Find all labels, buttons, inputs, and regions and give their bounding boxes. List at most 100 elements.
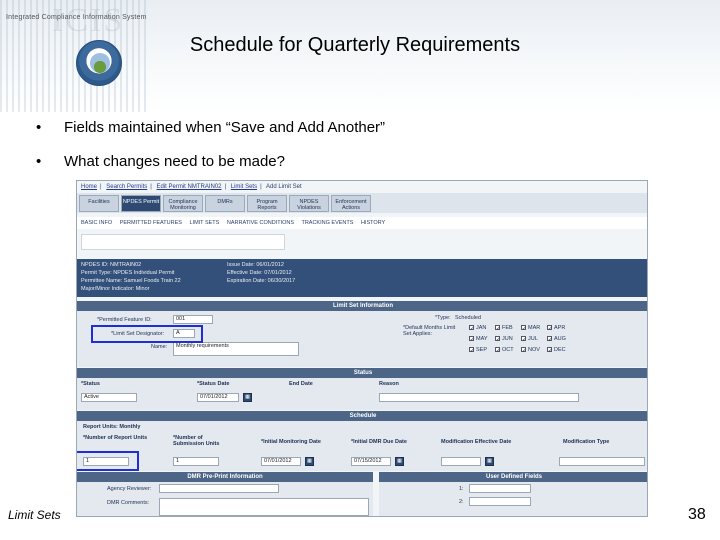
subnav-narrative-conditions[interactable]: NARRATIVE CONDITIONS xyxy=(227,220,294,226)
subnav-limit-sets[interactable]: LIMIT SETS xyxy=(189,220,219,226)
month-apr[interactable]: ✓APR xyxy=(547,325,565,332)
bullet-dot-icon: • xyxy=(36,119,42,136)
initial-dmr-due-date-input[interactable]: 07/15/2012 xyxy=(351,457,391,466)
footer-section-label: Limit Sets xyxy=(8,508,61,522)
page-number: 38 xyxy=(688,506,706,523)
limit-set-name-label: Name: xyxy=(151,344,168,350)
checkbox-icon: ✓ xyxy=(547,347,553,354)
user-defined-fields-panel: 1: 2: xyxy=(379,482,647,516)
status-select[interactable]: Active xyxy=(81,393,137,402)
modification-effective-date-header: Modification Effective Date xyxy=(441,439,512,445)
checkbox-icon: ✓ xyxy=(521,336,527,343)
checkbox-icon: ✓ xyxy=(495,336,501,343)
initial-monitoring-date-input[interactable]: 07/01/2012 xyxy=(261,457,301,466)
breadcrumb: Home | Search Permits | Edit Permit NMTRAI… xyxy=(81,184,302,190)
initial-monitoring-date-header: *Initial Monitoring Date xyxy=(261,439,321,445)
subnav-basic-info[interactable]: BASIC INFO xyxy=(81,220,112,226)
checkbox-icon: ✓ xyxy=(547,336,553,343)
checkbox-icon: ✓ xyxy=(469,325,475,332)
permittee-name: Permittee Name: Samuel Foods Train 22 xyxy=(81,278,181,284)
status-date-col-header: *Status Date xyxy=(197,381,230,387)
tab-enforcement-actions[interactable]: Enforcement Actions xyxy=(331,195,371,212)
breadcrumb-edit-permit[interactable]: Edit Permit NMTRAIN02 xyxy=(157,184,222,190)
main-tabs: Facilities NPDES Permit Compliance Monit… xyxy=(77,193,647,213)
calendar-icon[interactable]: ▦ xyxy=(485,457,494,466)
tab-program-reports[interactable]: Program Reports xyxy=(247,195,287,212)
user-field-1-input[interactable] xyxy=(469,484,531,493)
dmr-preprint-panel: Agency Reviewer: DMR Comments: xyxy=(77,482,373,516)
schedule-panel: Report Units: Monthly *Number of Report … xyxy=(77,421,647,471)
bullet-item: • What changes need to be made? xyxy=(36,153,285,170)
checkbox-icon: ✓ xyxy=(495,325,501,332)
calendar-icon[interactable]: ▦ xyxy=(395,457,404,466)
modification-type-header: Modification Type xyxy=(563,439,610,445)
month-jan[interactable]: ✓JAN xyxy=(469,325,486,332)
seal-flower-icon xyxy=(90,53,110,73)
status-col-header: *Status xyxy=(81,381,100,387)
status-date-input[interactable]: 07/01/2012 xyxy=(197,393,239,402)
modification-type-select[interactable] xyxy=(559,457,645,466)
slide-title: Schedule for Quarterly Requirements xyxy=(189,34,521,56)
limit-set-type-label: *Type: xyxy=(435,315,451,321)
reason-select[interactable] xyxy=(379,393,579,402)
message-area xyxy=(81,234,285,250)
number-submission-units-header: *Number of Submission Units xyxy=(173,435,220,447)
permit-type: Permit Type: NPDES Individual Permit xyxy=(81,270,175,276)
tab-facilities[interactable]: Facilities xyxy=(79,195,119,212)
checkbox-icon: ✓ xyxy=(521,347,527,354)
month-may[interactable]: ✓MAY xyxy=(469,336,488,343)
schedule-header: Schedule xyxy=(77,411,647,421)
dmr-comments-textarea[interactable] xyxy=(159,498,369,516)
agency-reviewer-input[interactable] xyxy=(159,484,279,493)
status-header: Status xyxy=(77,368,647,378)
month-aug[interactable]: ✓AUG xyxy=(547,336,566,343)
tab-compliance-monitoring[interactable]: Compliance Monitoring xyxy=(163,195,203,212)
dmr-comments-label: DMR Comments: xyxy=(107,500,150,506)
checkbox-icon: ✓ xyxy=(469,347,475,354)
permit-subnav: BASIC INFO PERMITTED FEATURES LIMIT SETS… xyxy=(77,217,647,229)
breadcrumb-search-permits[interactable]: Search Permits xyxy=(106,184,147,190)
checkbox-icon: ✓ xyxy=(495,347,501,354)
subnav-permitted-features[interactable]: PERMITTED FEATURES xyxy=(120,220,182,226)
month-sep[interactable]: ✓SEP xyxy=(469,347,487,354)
issue-date: Issue Date: 06/01/2012 xyxy=(227,262,284,268)
breadcrumb-limit-sets[interactable]: Limit Sets xyxy=(231,184,257,190)
subnav-tracking-events[interactable]: TRACKING EVENTS xyxy=(301,220,353,226)
epa-seal-icon xyxy=(76,40,122,86)
dmr-preprint-header: DMR Pre-Print Information xyxy=(77,472,373,482)
application-screenshot: Home | Search Permits | Edit Permit NMTRAI… xyxy=(76,180,648,517)
month-jul[interactable]: ✓JUL xyxy=(521,336,538,343)
number-submission-units-input[interactable]: 1 xyxy=(173,457,219,466)
checkbox-icon: ✓ xyxy=(469,336,475,343)
user-field-2-label: 2: xyxy=(459,499,464,505)
limit-set-name-input[interactable]: Monthly requirements xyxy=(173,342,299,356)
initial-dmr-due-date-header: *Initial DMR Due Date xyxy=(351,439,407,445)
month-mar[interactable]: ✓MAR xyxy=(521,325,540,332)
tab-npdes-permit[interactable]: NPDES Permit xyxy=(121,195,161,212)
checkbox-icon: ✓ xyxy=(521,325,527,332)
breadcrumb-home[interactable]: Home xyxy=(81,184,97,190)
month-dec[interactable]: ✓DEC xyxy=(547,347,566,354)
tab-dmrs[interactable]: DMRs xyxy=(205,195,245,212)
bullet-text: Fields maintained when “Save and Add Ano… xyxy=(64,119,386,136)
tab-npdes-violations[interactable]: NPDES Violations xyxy=(289,195,329,212)
end-date-col-header: End Date xyxy=(289,381,313,387)
permitted-feature-select[interactable]: 001 xyxy=(173,315,213,324)
modification-effective-date-input[interactable] xyxy=(441,457,481,466)
month-jun[interactable]: ✓JUN xyxy=(495,336,513,343)
icis-logo: ICIS xyxy=(52,2,125,39)
month-oct[interactable]: ✓OCT xyxy=(495,347,514,354)
calendar-icon[interactable]: ▦ xyxy=(243,393,252,402)
number-report-units-header: *Number of Report Units xyxy=(83,435,148,441)
subnav-history[interactable]: HISTORY xyxy=(361,220,385,226)
user-field-2-input[interactable] xyxy=(469,497,531,506)
calendar-icon[interactable]: ▦ xyxy=(305,457,314,466)
report-units-highlight-box xyxy=(77,451,139,471)
limit-set-info-header: Limit Set Information xyxy=(77,301,647,311)
month-feb[interactable]: ✓FEB xyxy=(495,325,513,332)
bullet-text: What changes need to be made? xyxy=(64,153,285,170)
user-field-1-label: 1: xyxy=(459,486,464,492)
expiration-date: Expiration Date: 06/30/2017 xyxy=(227,278,296,284)
month-nov[interactable]: ✓NOV xyxy=(521,347,540,354)
major-minor-indicator: Major/Minor Indicator: Minor xyxy=(81,286,150,292)
